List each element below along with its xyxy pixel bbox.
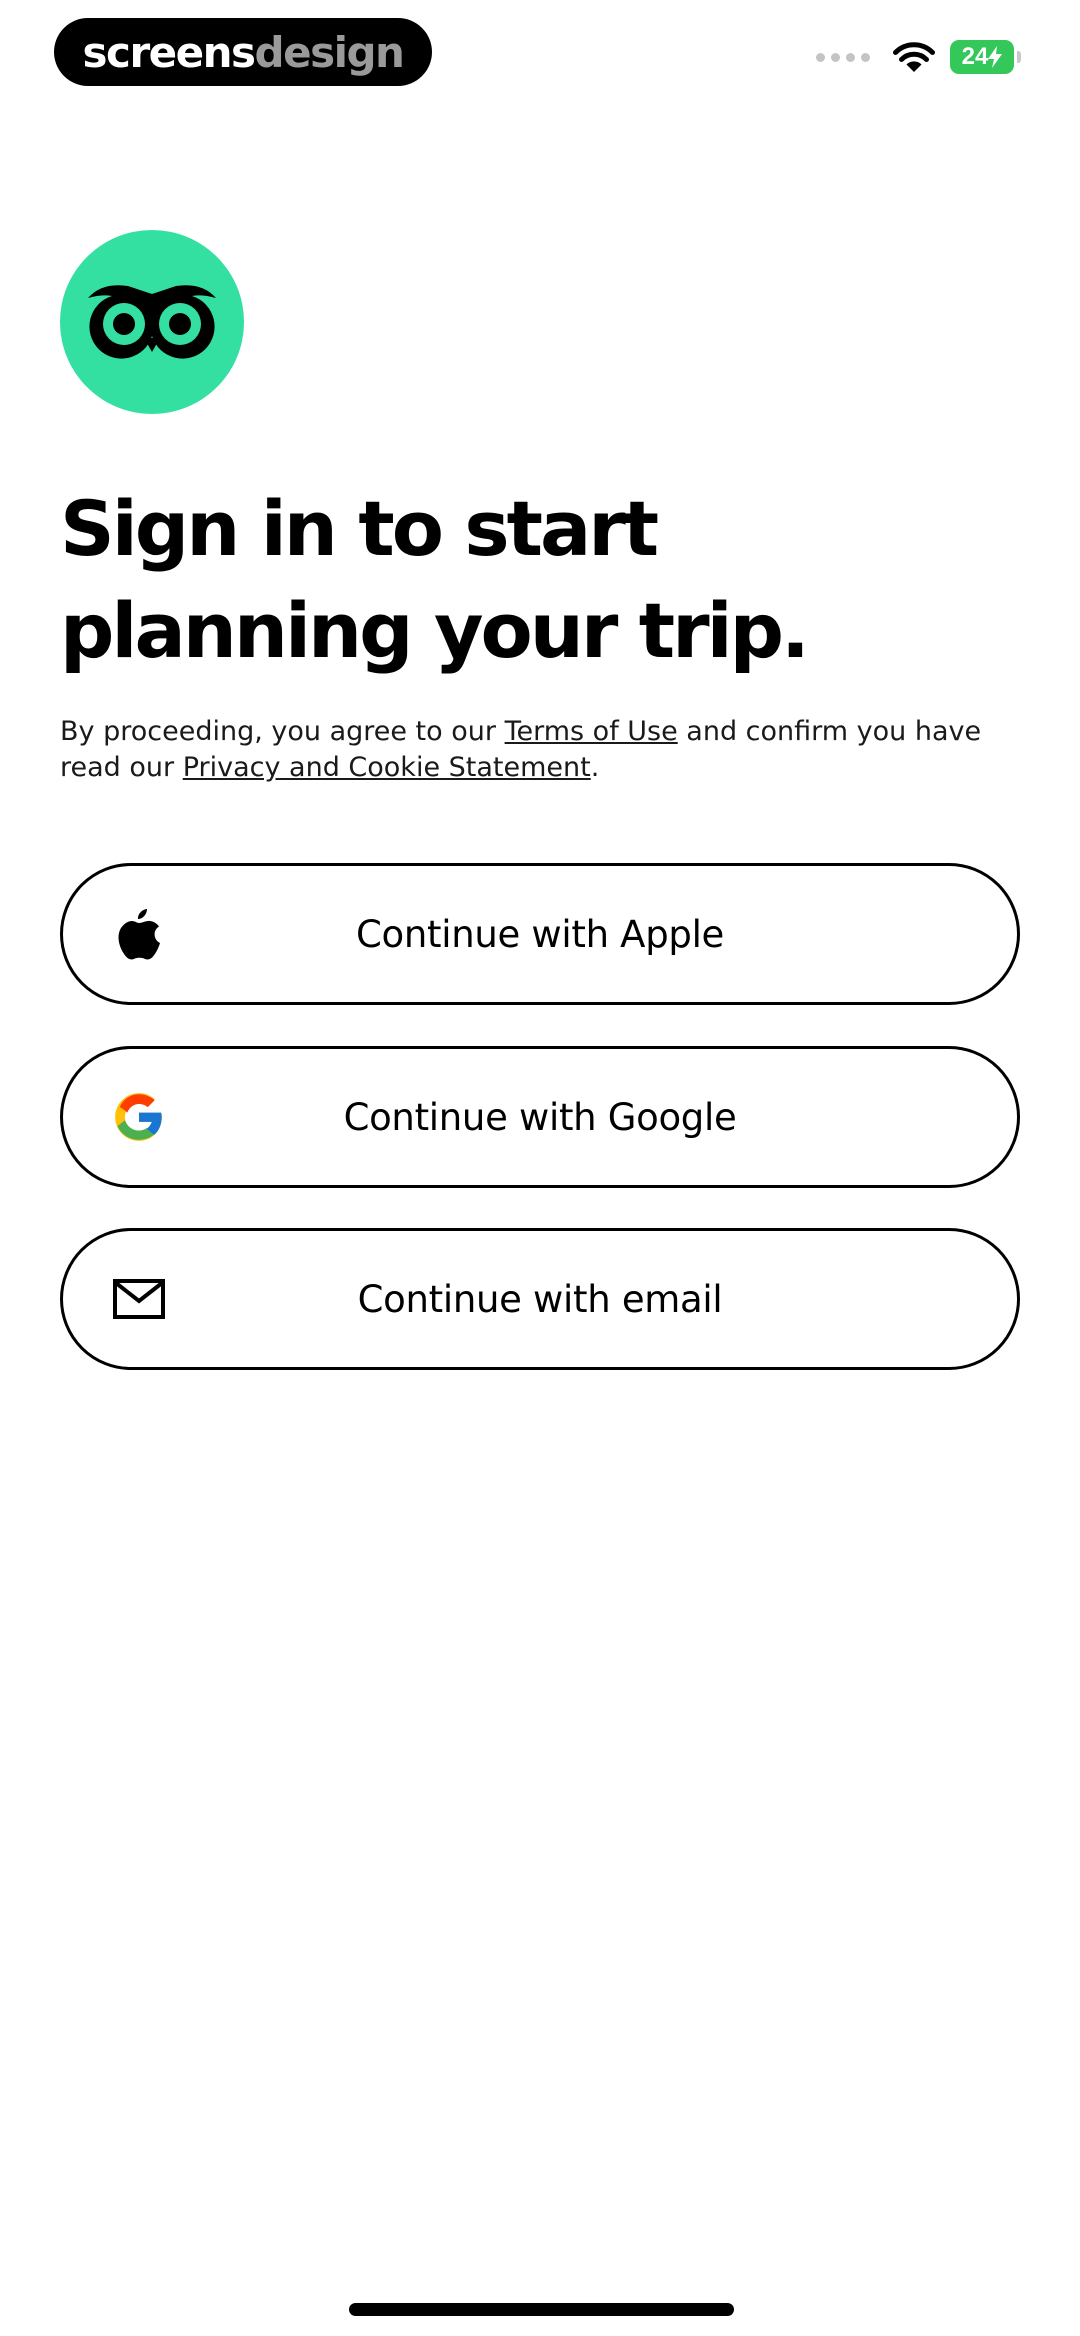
mail-icon: [111, 1271, 167, 1327]
privacy-statement-link[interactable]: Privacy and Cookie Statement: [183, 752, 591, 783]
battery-level: 24: [961, 43, 989, 70]
battery-charging-icon: 24: [950, 40, 1021, 74]
sign-in-screen: screens design 24 Sign in to start plann…: [0, 0, 1080, 2336]
status-indicators: 24: [816, 40, 1021, 74]
google-button-label: Continue with Google: [343, 1095, 737, 1139]
owl-eyes-icon: [88, 285, 216, 359]
signal-dots-icon: [816, 52, 870, 62]
legal-prefix: By proceeding, you agree to our: [60, 716, 505, 747]
legal-notice: By proceeding, you agree to our Terms of…: [60, 714, 1020, 786]
continue-with-google-button[interactable]: Continue with Google: [60, 1046, 1020, 1188]
home-indicator[interactable]: [349, 2303, 734, 2316]
status-bar: screens design 24: [0, 0, 1080, 120]
google-icon: [111, 1089, 167, 1145]
app-logo: [60, 230, 244, 414]
apple-icon: [111, 906, 167, 962]
legal-suffix: .: [590, 752, 600, 783]
brand-word-design: design: [254, 27, 405, 77]
wifi-icon: [893, 42, 935, 72]
charging-bolt-icon: [988, 46, 1003, 68]
continue-with-email-button[interactable]: Continue with email: [60, 1228, 1020, 1370]
brand-word-screens: screens: [82, 27, 256, 77]
terms-of-use-link[interactable]: Terms of Use: [505, 716, 678, 747]
brand-watermark: screens design: [54, 18, 432, 86]
page-title: Sign in to start planning your trip.: [60, 484, 810, 675]
continue-with-apple-button[interactable]: Continue with Apple: [60, 863, 1020, 1005]
apple-button-label: Continue with Apple: [355, 912, 725, 956]
email-button-label: Continue with email: [357, 1277, 723, 1321]
